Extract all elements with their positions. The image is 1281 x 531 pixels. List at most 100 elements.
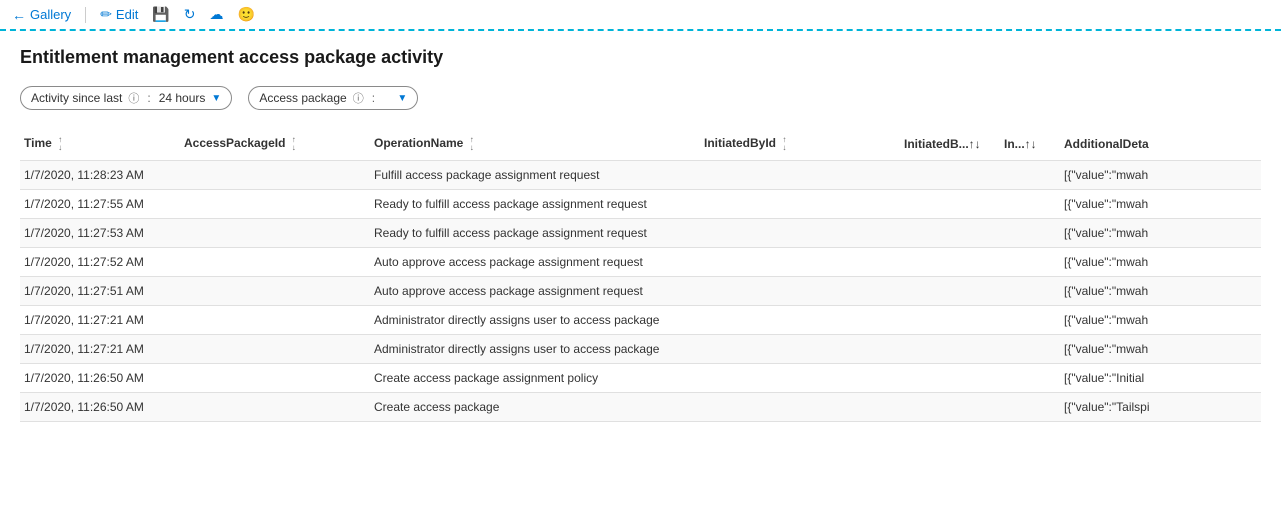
activity-colon: : [147,91,150,105]
activity-info-icon: ⓘ [128,90,139,106]
table-row[interactable]: 1/7/2020, 11:27:21 AM Administrator direc… [20,306,1261,335]
cloud-button[interactable]: ☁ [210,6,224,23]
edit-label: Edit [116,7,138,22]
toolbar: ← Gallery ✏ Edit 💾 ↻ ☁ 🙂 [0,0,1281,31]
data-table-container: Time ↑↓ AccessPackageId ↑↓ OperationName… [20,128,1261,422]
package-dropdown[interactable]: Access package ⓘ : ▼ [248,86,418,110]
cell-opname: Create access package [370,393,700,422]
cell-time: 1/7/2020, 11:27:21 AM [20,335,180,364]
cell-pkgid [180,190,370,219]
table-row[interactable]: 1/7/2020, 11:28:23 AM Fulfill access pack… [20,161,1261,190]
data-table: Time ↑↓ AccessPackageId ↑↓ OperationName… [20,128,1261,422]
cell-in [1000,219,1060,248]
table-row[interactable]: 1/7/2020, 11:26:50 AMCreate access packa… [20,393,1261,422]
cell-time: 1/7/2020, 11:27:51 AM [20,277,180,306]
cell-opname: Ready to fulfill access package assignme… [370,190,700,219]
activity-chevron-icon: ▼ [211,93,221,104]
main-content: Entitlement management access package ac… [0,31,1281,438]
cell-opname: Administrator directly assigns user to a… [370,335,700,364]
package-label: Access package [259,91,346,105]
cell-time: 1/7/2020, 11:27:52 AM [20,248,180,277]
cell-initiatedb [900,190,1000,219]
cell-opname: Administrator directly assigns user to a… [370,306,700,335]
cell-in [1000,393,1060,422]
cell-pkgid [180,393,370,422]
cell-additional: [{"value":"mwah [1060,161,1261,190]
cell-additional: [{"value":"mwah [1060,277,1261,306]
cell-time: 1/7/2020, 11:27:21 AM [20,306,180,335]
cell-initiatedb [900,335,1000,364]
cell-time: 1/7/2020, 11:28:23 AM [20,161,180,190]
cell-initiatedid [700,393,900,422]
table-row[interactable]: 1/7/2020, 11:27:52 AM Auto approve access… [20,248,1261,277]
cell-initiatedid [700,161,900,190]
cell-time: 1/7/2020, 11:27:53 AM [20,219,180,248]
refresh-button[interactable]: ↻ [184,6,196,23]
col-header-pkgid[interactable]: AccessPackageId ↑↓ [180,128,370,161]
cell-additional: [{"value":"Initial [1060,364,1261,393]
cell-pkgid [180,335,370,364]
cell-initiatedid [700,219,900,248]
edit-button[interactable]: ✏ Edit [100,6,138,23]
activity-filter-group: Activity since last ⓘ : 24 hours ▼ [20,86,232,110]
cell-initiatedb [900,393,1000,422]
emoji-icon: 🙂 [238,6,255,23]
table-row[interactable]: 1/7/2020, 11:26:50 AM Create access packa… [20,364,1261,393]
cell-in [1000,306,1060,335]
cell-in [1000,277,1060,306]
cloud-icon: ☁ [210,6,224,23]
cell-initiatedid [700,248,900,277]
col-header-opname[interactable]: OperationName ↑↓ [370,128,700,161]
package-colon: : [372,91,375,105]
cell-pkgid [180,364,370,393]
back-icon: ← [12,7,26,23]
cell-pkgid [180,277,370,306]
activity-label: Activity since last [31,91,122,105]
cell-initiatedid [700,190,900,219]
cell-opname: Ready to fulfill access package assignme… [370,219,700,248]
cell-initiatedid [700,277,900,306]
activity-value: 24 hours [159,91,206,105]
cell-pkgid [180,248,370,277]
edit-icon: ✏ [100,6,112,23]
package-chevron-icon: ▼ [397,93,407,104]
refresh-icon: ↻ [184,6,196,23]
col-header-time[interactable]: Time ↑↓ [20,128,180,161]
table-row[interactable]: 1/7/2020, 11:27:51 AMAuto approve access… [20,277,1261,306]
cell-opname: Fulfill access package assignment reques… [370,161,700,190]
toolbar-divider-1 [85,7,86,23]
table-row[interactable]: 1/7/2020, 11:27:55 AM Ready to fulfill ac… [20,190,1261,219]
sort-icon-initiatedid: ↑↓ [782,136,786,152]
emoji-button[interactable]: 🙂 [238,6,255,23]
cell-additional: [{"value":"mwah [1060,248,1261,277]
cell-initiatedb [900,306,1000,335]
cell-time: 1/7/2020, 11:27:55 AM [20,190,180,219]
cell-time: 1/7/2020, 11:26:50 AM [20,364,180,393]
cell-opname: Auto approve access package assignment r… [370,248,700,277]
cell-in [1000,335,1060,364]
table-header-row: Time ↑↓ AccessPackageId ↑↓ OperationName… [20,128,1261,161]
back-button[interactable]: ← Gallery [12,7,71,23]
col-header-in[interactable]: In...↑↓ [1000,128,1060,161]
sort-icon-opname: ↑↓ [470,136,474,152]
cell-in [1000,190,1060,219]
cell-initiatedid [700,364,900,393]
col-header-initiatedb[interactable]: InitiatedB...↑↓ [900,128,1000,161]
cell-additional: [{"value":"mwah [1060,306,1261,335]
cell-initiatedb [900,364,1000,393]
cell-opname: Create access package assignment policy [370,364,700,393]
cell-pkgid [180,161,370,190]
cell-additional: [{"value":"mwah [1060,190,1261,219]
activity-dropdown[interactable]: Activity since last ⓘ : 24 hours ▼ [20,86,232,110]
cell-in [1000,248,1060,277]
save-button[interactable]: 💾 [152,6,169,23]
table-row[interactable]: 1/7/2020, 11:27:53 AM Ready to fulfill ac… [20,219,1261,248]
filters-row: Activity since last ⓘ : 24 hours ▼ Acces… [20,86,1261,110]
sort-icon-time: ↑↓ [58,136,62,152]
col-header-initiatedid[interactable]: InitiatedById ↑↓ [700,128,900,161]
cell-pkgid [180,306,370,335]
table-row[interactable]: 1/7/2020, 11:27:21 AM Administrator direc… [20,335,1261,364]
cell-pkgid [180,219,370,248]
cell-initiatedb [900,277,1000,306]
cell-in [1000,161,1060,190]
